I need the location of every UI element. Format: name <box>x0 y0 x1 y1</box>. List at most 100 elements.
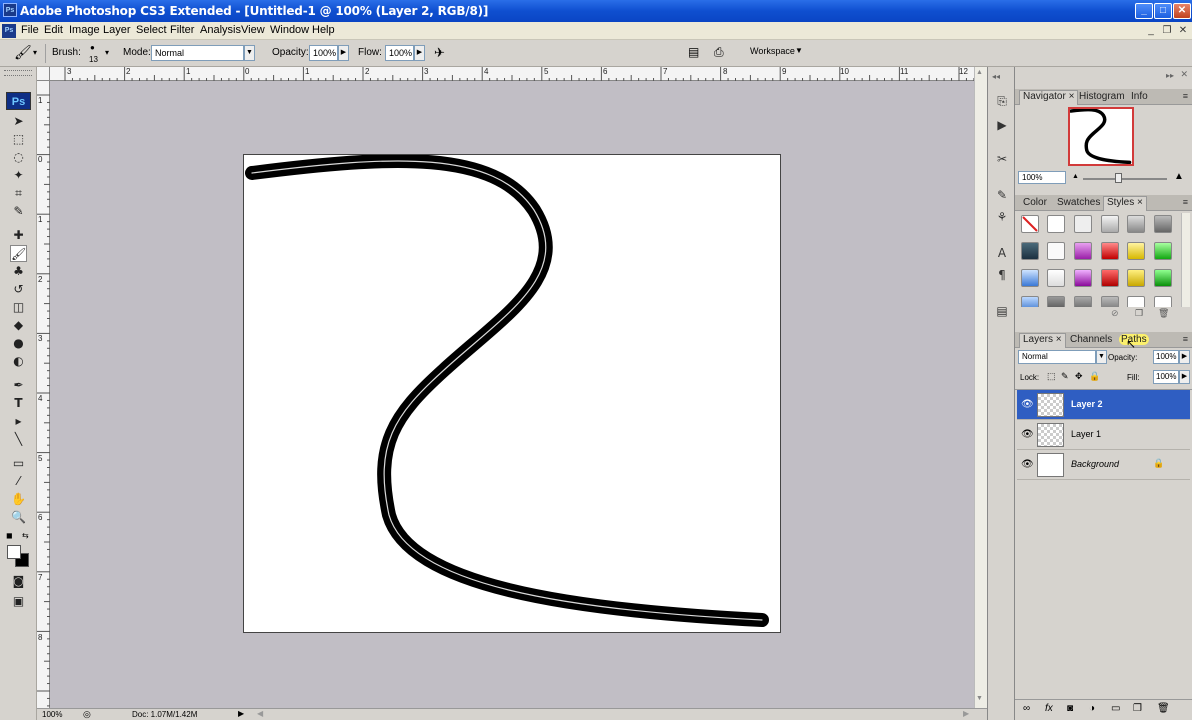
brush-picker-dropdown-icon[interactable]: ▾ <box>105 48 109 57</box>
visibility-eye-icon[interactable]: 👁 <box>1021 459 1034 470</box>
hscroll-left-icon[interactable]: ◀ <box>257 709 263 718</box>
collapse-dock-icon[interactable]: ◂◂ <box>992 72 1000 81</box>
style-swatch[interactable] <box>1127 269 1145 287</box>
menu-view[interactable]: View <box>241 24 265 36</box>
preset-dropdown-icon[interactable]: ▾ <box>33 48 37 57</box>
flow-slider-icon[interactable]: ▶ <box>414 45 425 61</box>
new-style-icon[interactable]: ❐ <box>1135 308 1143 319</box>
mode-select[interactable]: Normal <box>151 45 244 61</box>
collapse-panels-icon[interactable]: ▸▸ <box>1166 71 1174 80</box>
status-menu-arrow-icon[interactable]: ▶ <box>238 709 244 718</box>
menu-window[interactable]: Window <box>270 24 309 36</box>
style-swatch[interactable] <box>1074 296 1092 307</box>
style-swatch[interactable] <box>1154 242 1172 260</box>
panel-menu-icon[interactable]: ≡ <box>1183 91 1188 101</box>
style-swatch[interactable] <box>1074 242 1092 260</box>
hscroll-right-icon[interactable]: ▶ <box>963 709 969 718</box>
type-tool-icon[interactable]: T <box>10 395 27 412</box>
style-swatch[interactable] <box>1101 269 1119 287</box>
print-icon[interactable]: ⎙ <box>714 45 724 60</box>
scroll-up-icon[interactable]: ▲ <box>976 69 983 76</box>
add-mask-icon[interactable]: ◙ <box>1067 703 1073 714</box>
quick-mask-icon[interactable]: ◙ <box>10 573 27 590</box>
clone-source-panel-icon[interactable]: ⚘ <box>993 209 1011 226</box>
link-layers-icon[interactable]: ∞ <box>1023 703 1030 714</box>
flow-field[interactable]: 100% <box>385 45 414 61</box>
brush-preview-icon[interactable]: ● <box>90 43 95 52</box>
menu-help[interactable]: Help <box>312 24 335 36</box>
layer-comps-panel-icon[interactable]: ▤ <box>993 303 1011 320</box>
delete-layer-icon[interactable]: 🗑 <box>1157 703 1170 714</box>
healing-brush-tool-icon[interactable]: ✚ <box>10 227 27 244</box>
default-colors-icon[interactable]: ◼ <box>6 531 13 540</box>
foreground-color-swatch[interactable] <box>7 545 21 559</box>
lasso-tool-icon[interactable]: ◌ <box>10 149 27 166</box>
panel-menu-icon[interactable]: ≡ <box>1183 334 1188 344</box>
style-swatch[interactable] <box>1047 242 1065 260</box>
new-layer-icon[interactable]: ❐ <box>1133 703 1142 714</box>
tab-color[interactable]: Color <box>1023 197 1047 208</box>
tab-styles[interactable]: Styles × <box>1103 196 1147 211</box>
brush-tool-icon[interactable]: 🖌 <box>10 245 27 262</box>
doc-minimize-icon[interactable]: _ <box>1144 24 1158 37</box>
workspace-menu[interactable]: Workspace <box>750 46 795 56</box>
actions-panel-icon[interactable]: ▶ <box>993 117 1011 134</box>
menu-layer[interactable]: Layer <box>103 24 131 36</box>
clear-style-icon[interactable]: ⊘ <box>1111 308 1119 319</box>
menu-analysis[interactable]: Analysis <box>200 24 241 36</box>
mode-dropdown-icon[interactable]: ▼ <box>244 45 255 61</box>
lock-image-icon[interactable]: ✎ <box>1061 371 1069 382</box>
delete-style-icon[interactable]: 🗑 <box>1158 308 1169 319</box>
blur-tool-icon[interactable]: ● <box>10 335 27 352</box>
character-panel-icon[interactable]: A <box>993 245 1011 262</box>
doc-restore-icon[interactable]: ❐ <box>1160 24 1174 37</box>
notes-tool-icon[interactable]: ▭ <box>10 455 27 472</box>
style-swatch[interactable] <box>1047 215 1065 233</box>
path-selection-tool-icon[interactable]: ▸ <box>10 413 27 430</box>
new-group-icon[interactable]: ▭ <box>1111 703 1120 714</box>
tab-swatches[interactable]: Swatches <box>1057 197 1100 208</box>
toolbox-grip[interactable] <box>4 70 32 76</box>
clone-stamp-tool-icon[interactable]: ♣ <box>10 263 27 280</box>
tool-presets-panel-icon[interactable]: ✂ <box>993 151 1011 168</box>
minimize-button[interactable]: _ <box>1135 3 1153 19</box>
eraser-tool-icon[interactable]: ◫ <box>10 299 27 316</box>
marquee-tool-icon[interactable]: ⬚ <box>10 131 27 148</box>
layer-name[interactable]: Layer 2 <box>1071 399 1103 409</box>
menu-select[interactable]: Select <box>136 24 167 36</box>
tab-info[interactable]: Info <box>1131 91 1148 102</box>
fill-field[interactable]: 100% <box>1153 370 1179 384</box>
document-canvas[interactable] <box>243 154 781 633</box>
layer-row-layer-1[interactable]: 👁 Layer 1 <box>1017 420 1190 450</box>
magic-wand-tool-icon[interactable]: ✦ <box>10 167 27 184</box>
menu-filter[interactable]: Filter <box>170 24 194 36</box>
adjustment-layer-icon[interactable]: ◑ <box>1089 703 1095 714</box>
style-swatch[interactable] <box>1074 269 1092 287</box>
opacity-slider-icon[interactable]: ▶ <box>338 45 349 61</box>
tab-layers[interactable]: Layers × <box>1019 333 1066 348</box>
tab-navigator[interactable]: Navigator × <box>1019 90 1079 105</box>
pen-tool-icon[interactable]: ✒ <box>10 377 27 394</box>
zoom-out-icon[interactable]: ▲ <box>1072 173 1079 180</box>
style-swatch[interactable] <box>1101 215 1119 233</box>
menu-edit[interactable]: Edit <box>44 24 63 36</box>
tab-channels[interactable]: Channels <box>1070 334 1112 345</box>
brush-tool-preset-icon[interactable]: 🖌 <box>14 45 32 61</box>
panel-menu-icon[interactable]: ≡ <box>1183 197 1188 207</box>
menu-image[interactable]: Image <box>69 24 100 36</box>
lock-all-icon[interactable]: 🔒 <box>1089 371 1100 382</box>
move-tool-icon[interactable]: ➤ <box>10 113 27 130</box>
style-swatch[interactable] <box>1074 215 1092 233</box>
style-swatch[interactable] <box>1154 215 1172 233</box>
opacity-field[interactable]: 100% <box>309 45 338 61</box>
menu-file[interactable]: File <box>21 24 39 36</box>
history-brush-tool-icon[interactable]: ↺ <box>10 281 27 298</box>
navigator-slider-thumb[interactable] <box>1115 173 1122 183</box>
blend-mode-select[interactable]: Normal <box>1018 350 1096 364</box>
style-swatch[interactable] <box>1127 242 1145 260</box>
close-button[interactable]: ✕ <box>1173 3 1191 19</box>
lock-position-icon[interactable]: ✥ <box>1075 371 1083 382</box>
panels-close-icon[interactable]: ✕ <box>1180 69 1188 80</box>
eyedropper-tool-icon[interactable]: ⁄ <box>10 473 27 490</box>
navigator-zoom-slider[interactable] <box>1083 178 1167 180</box>
